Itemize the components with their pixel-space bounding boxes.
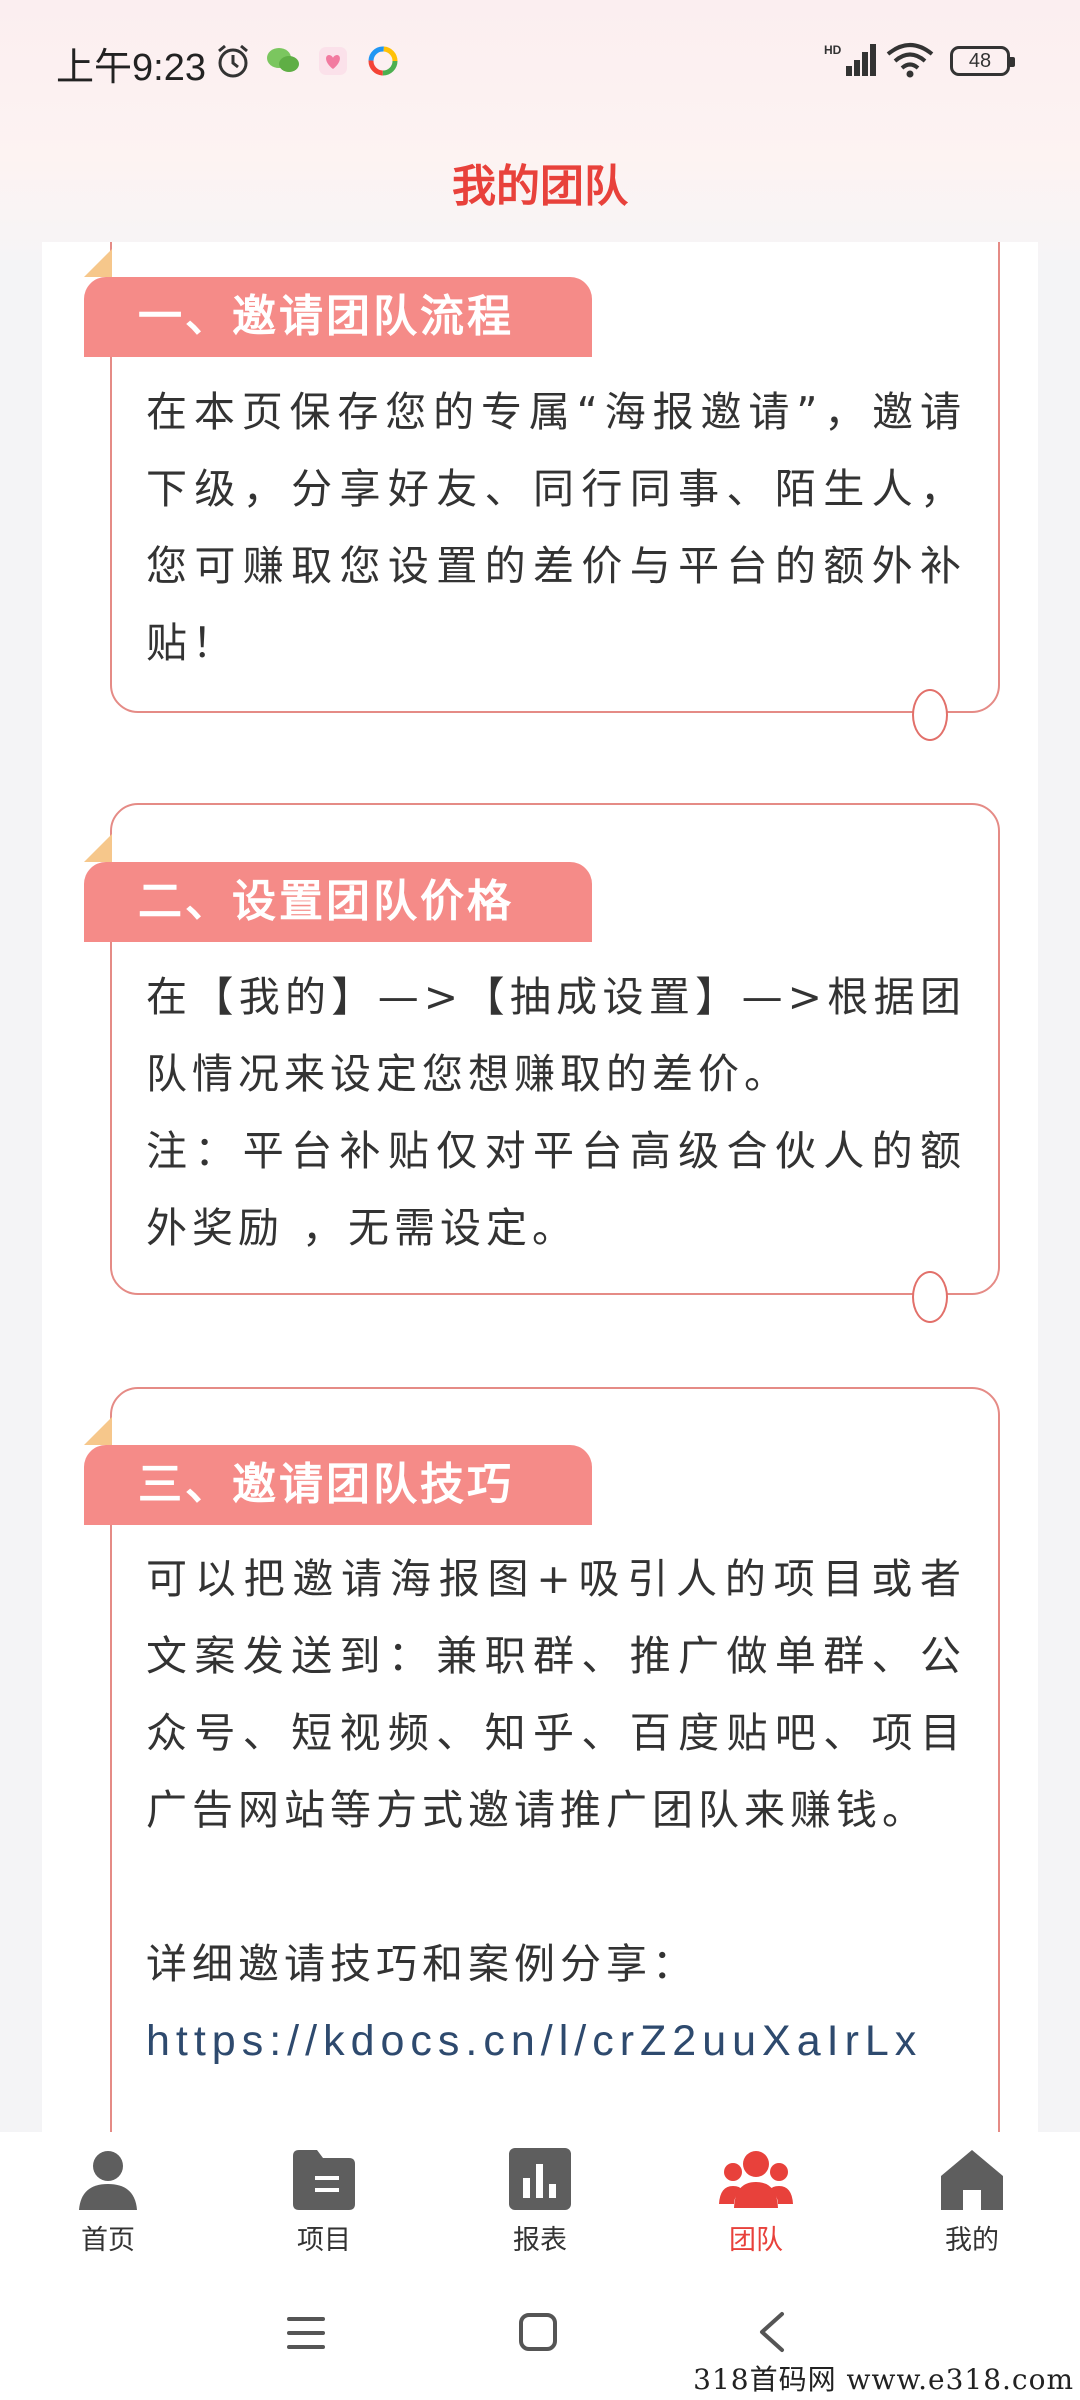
nav-label: 我的 bbox=[945, 2225, 999, 2256]
nav-label: 项目 bbox=[297, 2225, 351, 2256]
menu-icon[interactable] bbox=[285, 2314, 327, 2352]
nav-label: 报表 bbox=[513, 2225, 567, 2256]
battery-indicator: 48 bbox=[950, 46, 1015, 76]
status-time: 上午9:23 bbox=[56, 47, 206, 89]
bar-chart-icon bbox=[509, 2148, 571, 2210]
status-bar: 上午9:23 HD 48 bbox=[0, 0, 1080, 120]
content-scroll-area[interactable]: 一、邀请团队流程 在本页保存您的专属“海报邀请”，邀请下级，分享好友、同行同事、… bbox=[42, 242, 1038, 2132]
app-ring-icon bbox=[368, 46, 398, 80]
section-card-team-price: 二、设置团队价格 在【我的】—>【抽成设置】—>根据团队情况来设定您想赚取的差价… bbox=[84, 803, 1000, 1323]
section-title: 二、设置团队价格 bbox=[84, 862, 592, 942]
signal-icon: HD bbox=[824, 42, 878, 82]
watermark-text: 318首码网 www.e318.com bbox=[693, 2363, 1074, 2396]
section-body: 在本页保存您的专属“海报邀请”，邀请下级，分享好友、同行同事、陌生人，您可赚取您… bbox=[146, 374, 966, 682]
section-title: 一、邀请团队流程 bbox=[84, 277, 592, 357]
bottom-navigation: 首页 项目 报表 团队 我的 bbox=[0, 2132, 1080, 2272]
nav-item-mine[interactable]: 我的 bbox=[892, 2146, 1052, 2257]
network-type-label: HD bbox=[824, 43, 842, 57]
header-fold-decoration bbox=[84, 249, 112, 277]
page-title: 我的团队 bbox=[452, 161, 628, 212]
nav-label: 团队 bbox=[729, 2225, 783, 2256]
home-square-icon[interactable] bbox=[518, 2312, 558, 2352]
nav-item-team[interactable]: 团队 bbox=[676, 2146, 836, 2257]
section-body: 可以把邀请海报图+吸引人的项目或者文案发送到：兼职群、推广做单群、公众号、短视频… bbox=[146, 1541, 966, 2080]
team-icon bbox=[719, 2151, 793, 2208]
section-paragraph: 可以把邀请海报图+吸引人的项目或者文案发送到：兼职群、推广做单群、公众号、短视频… bbox=[146, 1555, 966, 1834]
alarm-icon bbox=[214, 42, 252, 84]
back-chevron-icon[interactable] bbox=[756, 2310, 788, 2354]
person-icon bbox=[79, 2151, 137, 2210]
system-navigation-bar: 318首码网 www.e318.com bbox=[0, 2272, 1080, 2400]
app-heart-icon bbox=[318, 46, 348, 80]
header-fold-decoration bbox=[84, 834, 112, 862]
detail-label: 详细邀请技巧和案例分享： bbox=[146, 1940, 698, 1988]
ring-decoration bbox=[912, 1271, 948, 1323]
section-body: 在【我的】—>【抽成设置】—>根据团队情况来设定您想赚取的差价。 注：平台补贴仅… bbox=[146, 959, 966, 1267]
section-title: 三、邀请团队技巧 bbox=[84, 1445, 592, 1525]
nav-item-reports[interactable]: 报表 bbox=[460, 2146, 620, 2257]
section-card-invite-process: 一、邀请团队流程 在本页保存您的专属“海报邀请”，邀请下级，分享好友、同行同事、… bbox=[84, 242, 1000, 741]
wifi-icon bbox=[886, 42, 934, 82]
section-paragraph: 在【我的】—>【抽成设置】—>根据团队情况来设定您想赚取的差价。 bbox=[146, 973, 966, 1098]
tips-link[interactable]: https://kdocs.cn/l/crZ2uuXaIrLx bbox=[146, 2017, 922, 2065]
section-paragraph: 在本页保存您的专属“海报邀请”，邀请下级，分享好友、同行同事、陌生人，您可赚取您… bbox=[146, 388, 966, 667]
nav-item-projects[interactable]: 项目 bbox=[244, 2146, 404, 2257]
home-icon bbox=[941, 2150, 1003, 2210]
folder-icon bbox=[293, 2150, 355, 2210]
nav-item-home[interactable]: 首页 bbox=[28, 2146, 188, 2257]
nav-label: 首页 bbox=[81, 2225, 135, 2256]
ring-decoration bbox=[912, 689, 948, 741]
section-paragraph: 注：平台补贴仅对平台高级合伙人的额外奖励 ，无需设定。 bbox=[146, 1127, 966, 1252]
section-card-invite-tips: 三、邀请团队技巧 可以把邀请海报图+吸引人的项目或者文案发送到：兼职群、推广做单… bbox=[84, 1387, 1000, 2132]
wechat-icon bbox=[266, 46, 300, 80]
header-fold-decoration bbox=[84, 1417, 112, 1445]
